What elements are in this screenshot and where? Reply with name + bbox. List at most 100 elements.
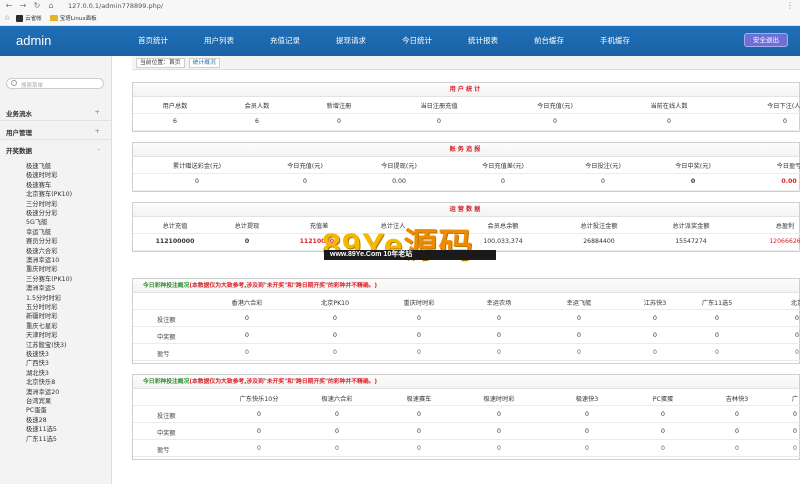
sidebar-item[interactable]: 5G飞艇: [26, 217, 47, 226]
table-cell: 0: [577, 315, 581, 322]
table-cell: 0: [793, 411, 797, 418]
table-cell: 0: [335, 411, 339, 418]
column-header: 幸运农场: [486, 300, 512, 307]
search-icon: [11, 80, 17, 86]
table-cell: 0: [257, 445, 261, 452]
row-label: 投注额: [157, 413, 176, 420]
table-cell: 0: [333, 349, 337, 356]
table-cell: 0: [417, 411, 421, 418]
sidebar-group-business[interactable]: 业务流水 +: [6, 108, 100, 118]
forward-icon[interactable]: →: [18, 1, 28, 11]
table-row: 0 0 0.00 0 0 0 0.00: [133, 174, 800, 191]
sidebar-group-lottery-data[interactable]: 开奖数据 -: [6, 145, 100, 155]
table-cell: 0: [497, 445, 501, 452]
sidebar-item[interactable]: 澳洲幸运10: [26, 255, 59, 264]
bookmark-yunque[interactable]: 云雀帐: [16, 14, 42, 22]
column-header: 今日充值(元): [537, 103, 573, 110]
table-row: 盈亏 0 0 0 0 0 0 0 0: [133, 440, 800, 457]
sidebar-item[interactable]: 三分时时彩: [26, 199, 57, 208]
table-cell: 0: [417, 349, 421, 356]
table-cell: 0: [257, 428, 261, 435]
sidebar-item[interactable]: 五分时时彩: [26, 302, 57, 311]
nav-front-cache[interactable]: 前台缓存: [516, 26, 582, 56]
address-bar[interactable]: 127.0.0.1/admin778899.php/: [68, 2, 163, 10]
table-cell: 0: [585, 445, 589, 452]
column-header: 今日提现(元): [381, 163, 417, 170]
sidebar-item[interactable]: 极速分分彩: [26, 208, 57, 217]
breadcrumb-location[interactable]: 当前位置：首页: [136, 57, 185, 68]
sidebar-item[interactable]: 三分赛车(PK10): [26, 274, 72, 283]
table-cell: 0: [417, 332, 421, 339]
browser-chrome: ← → ↻ ⌂ 127.0.0.1/admin778899.php/ ⋮ ☆ 云…: [0, 0, 800, 26]
table-cell: 0: [585, 411, 589, 418]
column-header: 极速快3: [575, 396, 599, 403]
nav-home-stats[interactable]: 首页统计: [120, 26, 186, 56]
sidebar-item[interactable]: 赛员分分彩: [26, 236, 57, 245]
bookmark-star-icon[interactable]: ☆: [4, 14, 10, 22]
breadcrumb-active-tab[interactable]: 统计概况: [188, 57, 220, 68]
nav-user-list[interactable]: 用户列表: [186, 26, 252, 56]
sidebar: 搜索菜单 业务流水 + 用户管理 + 开奖数据 - 极速飞艇 极速时时彩 极速赛车 北京赛车…: [0, 56, 112, 484]
column-header: 幸运飞艇: [566, 300, 592, 307]
column-header: 总盈利: [775, 223, 795, 230]
sidebar-item[interactable]: 广西快3: [26, 358, 49, 367]
sidebar-search-input[interactable]: 搜索菜单: [6, 78, 104, 89]
table-header-row: 用户总数 会员人数 新增注册 当日注册充值 今日充值(元) 当前在线人数 今日下注(人): [133, 97, 800, 114]
panel-title: 运营数据: [133, 203, 799, 217]
sidebar-group-users[interactable]: 用户管理 +: [6, 127, 100, 137]
table-cell: 0: [417, 315, 421, 322]
table-cell: 0: [690, 178, 696, 185]
bookmark-bt-panel[interactable]: 宝塔Linux面板: [49, 14, 97, 22]
column-header: 广东快乐10分: [239, 396, 279, 403]
sidebar-item[interactable]: 极速11选5: [26, 424, 57, 433]
logout-button[interactable]: 安全退出: [744, 33, 788, 47]
back-icon[interactable]: ←: [4, 1, 14, 11]
collapse-icon: -: [97, 145, 100, 153]
sidebar-item[interactable]: 重庆七星彩: [26, 321, 57, 330]
sidebar-item[interactable]: 极速飞艇: [26, 161, 51, 170]
sidebar-item[interactable]: 幸运飞艇: [26, 227, 51, 236]
sidebar-item[interactable]: 极速时时彩: [26, 170, 57, 179]
table-cell: 0: [795, 349, 799, 356]
table-cell: 0.00: [781, 178, 797, 185]
nav-mobile-cache[interactable]: 手机缓存: [582, 26, 648, 56]
sidebar-item[interactable]: 江苏骰宝(快3): [26, 340, 66, 349]
reload-icon[interactable]: ↻: [32, 1, 42, 11]
table-cell: 0: [653, 349, 657, 356]
nav-reports[interactable]: 统计报表: [450, 26, 516, 56]
sidebar-item[interactable]: 台湾宾果: [26, 396, 51, 405]
nav-today-stats[interactable]: 今日统计: [384, 26, 450, 56]
sidebar-item[interactable]: 新疆时时彩: [26, 311, 57, 320]
sidebar-item[interactable]: 湖北快3: [26, 368, 49, 377]
expand-icon: +: [94, 108, 100, 116]
table-row: 中奖额 0 0 0 0 0 0 0 0: [133, 327, 800, 344]
row-label: 盈亏: [157, 447, 170, 454]
sidebar-item[interactable]: 重庆时时彩: [26, 264, 57, 273]
sidebar-item[interactable]: 极速快3: [26, 349, 49, 358]
table-cell: 0: [257, 411, 261, 418]
table-header-row: 广东快乐10分 极速六合彩 极速赛车 极速时时彩 极速快3 PC蛋蛋 吉林快3 广: [133, 389, 800, 406]
sidebar-item[interactable]: 天津时时彩: [26, 330, 57, 339]
sidebar-item[interactable]: 极速六合彩: [26, 246, 57, 255]
folder-icon: [49, 15, 58, 21]
nav-recharge-records[interactable]: 充值记录: [252, 26, 318, 56]
sidebar-item[interactable]: 北京赛车(PK10): [26, 189, 72, 198]
browser-menu-icon[interactable]: ⋮: [786, 1, 794, 10]
sidebar-item[interactable]: 澳洲幸运5: [26, 283, 55, 292]
sidebar-item[interactable]: 极速赛车: [26, 180, 51, 189]
sidebar-item[interactable]: 澳洲幸运20: [26, 387, 59, 396]
betting-panel-1: 今日彩种投注概况(本数据仅为大致参考,涉及到"未开奖"和"跨日期开奖"的彩种并不…: [132, 278, 800, 364]
nav-withdraw-requests[interactable]: 提现请求: [318, 26, 384, 56]
sidebar-item[interactable]: PC蛋蛋: [26, 405, 47, 414]
sidebar-item[interactable]: 1.5分时时彩: [26, 293, 61, 302]
app-header: admin 首页统计 用户列表 充值记录 提现请求 今日统计 统计报表 前台缓存…: [0, 26, 800, 56]
table-cell: 0: [585, 428, 589, 435]
panel-title: 今日彩种投注概况(本数据仅为大致参考,涉及到"未开奖"和"跨日期开奖"的彩种并不…: [133, 375, 799, 389]
sidebar-item[interactable]: 北京快乐8: [26, 377, 55, 386]
table-cell: 0: [667, 118, 671, 125]
table-cell: 0: [333, 332, 337, 339]
table-cell: 0: [783, 118, 787, 125]
sidebar-item[interactable]: 广东11选5: [26, 434, 57, 443]
sidebar-item[interactable]: 极速28: [26, 415, 47, 424]
home-icon[interactable]: ⌂: [46, 1, 56, 11]
